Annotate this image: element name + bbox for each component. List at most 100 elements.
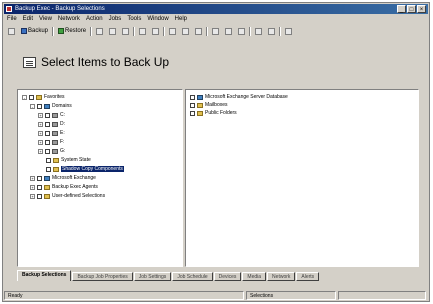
toolbar-button-4[interactable]	[137, 27, 148, 36]
tree-checkbox[interactable]	[45, 130, 50, 136]
tab-devices[interactable]: Devices	[213, 272, 242, 281]
expand-icon[interactable]: +	[30, 184, 35, 190]
list-item[interactable]: Microsoft Exchange Server Database	[190, 94, 288, 100]
menu-tools[interactable]: Tools	[124, 15, 144, 24]
tree-item-selected[interactable]: Shadow Copy Components	[46, 166, 124, 172]
tree-item-label: Shadow Copy Components	[61, 166, 124, 172]
list-item[interactable]: Public Folders	[190, 110, 237, 116]
toolbar-button-13[interactable]	[266, 27, 277, 36]
toolbar-button-9[interactable]	[210, 27, 221, 36]
restore-icon	[58, 28, 65, 34]
collapse-icon[interactable]: -	[22, 94, 27, 100]
tree-checkbox[interactable]	[46, 166, 51, 172]
tree-item[interactable]: + D:	[38, 121, 65, 127]
help-button[interactable]	[283, 27, 294, 36]
status-selections: Selections	[246, 291, 336, 300]
expand-icon[interactable]: +	[30, 175, 35, 181]
menu-network[interactable]: Network	[55, 15, 83, 24]
tab-network[interactable]: Network	[267, 272, 296, 281]
tree-checkbox[interactable]	[45, 121, 50, 127]
restore-button[interactable]: Restore	[56, 27, 88, 36]
toolbar-separator	[52, 26, 55, 36]
close-button[interactable]: ×	[417, 5, 426, 13]
tree-checkbox[interactable]	[45, 112, 50, 118]
toolbar-button-7[interactable]	[180, 27, 191, 36]
tree-item[interactable]: + Backup Exec Agents	[30, 184, 98, 190]
tree-checkbox[interactable]	[37, 193, 42, 199]
tree-item-label: Microsoft Exchange	[52, 175, 96, 181]
tree-item-label: C:	[60, 112, 65, 118]
tree-checkbox[interactable]	[45, 139, 50, 145]
tree-item[interactable]: - Favorites	[22, 94, 65, 100]
toolbar-button-2[interactable]	[107, 27, 118, 36]
tree-checkbox[interactable]	[37, 184, 42, 190]
tree-item[interactable]: + User-defined Selections	[30, 193, 105, 199]
tab-job-properties[interactable]: Backup Job Properties	[72, 272, 133, 281]
selection-header: Select Items to Back Up	[9, 41, 426, 77]
exchange-icon	[44, 175, 50, 181]
tree-checkbox[interactable]	[29, 94, 34, 100]
selection-list[interactable]: Microsoft Exchange Server Database Mailb…	[185, 89, 419, 267]
tree-item[interactable]: System State	[46, 157, 91, 163]
tree-checkbox[interactable]	[37, 103, 42, 109]
tree-item[interactable]: + F:	[38, 139, 64, 145]
expand-icon[interactable]: +	[30, 193, 35, 199]
expand-icon[interactable]: +	[38, 121, 43, 127]
tab-media[interactable]: Media	[242, 272, 267, 281]
tab-job-schedule[interactable]: Job Schedule	[172, 272, 213, 281]
minimize-button[interactable]: _	[397, 5, 406, 13]
menu-window[interactable]: Window	[144, 15, 171, 24]
selection-tree[interactable]: - Favorites - Domains + C: + D: + E: + F…	[17, 89, 183, 267]
toolbar-button-6[interactable]	[167, 27, 178, 36]
tree-item[interactable]: + C:	[38, 112, 65, 118]
tree-checkbox[interactable]	[37, 175, 42, 181]
expand-icon[interactable]: +	[38, 112, 43, 118]
menu-action[interactable]: Action	[83, 15, 106, 24]
menu-view[interactable]: View	[36, 15, 55, 24]
menu-edit[interactable]: Edit	[20, 15, 36, 24]
drive-icon	[52, 139, 58, 145]
drive-icon	[52, 148, 58, 154]
menu-jobs[interactable]: Jobs	[106, 15, 125, 24]
menu-file[interactable]: File	[4, 15, 20, 24]
toolbar-button-10[interactable]	[223, 27, 234, 36]
toolbar-button-12[interactable]	[253, 27, 264, 36]
toolbar-button-8[interactable]	[193, 27, 204, 36]
title-bar[interactable]: Backup Exec - Backup Selections _ □ ×	[4, 4, 428, 14]
collapse-icon[interactable]: -	[30, 103, 35, 109]
expand-icon[interactable]: +	[38, 148, 43, 154]
new-button[interactable]	[6, 27, 17, 36]
maximize-button[interactable]: □	[407, 5, 416, 13]
toolbar-button-11[interactable]	[236, 27, 247, 36]
folder-icon	[36, 94, 42, 100]
tree-checkbox[interactable]	[46, 157, 51, 163]
tool-icon	[122, 27, 130, 35]
tree-item[interactable]: + Microsoft Exchange	[30, 175, 96, 181]
tab-job-settings[interactable]: Job Settings	[133, 272, 172, 281]
expand-icon[interactable]: +	[38, 130, 43, 136]
public-folder-icon	[197, 110, 203, 116]
tool-icon	[225, 27, 233, 35]
tree-item[interactable]: + E:	[38, 130, 65, 136]
list-item-label: Mailboxes	[205, 102, 228, 108]
tree-item[interactable]: + G:	[38, 148, 65, 154]
tab-alerts[interactable]: Alerts	[296, 272, 320, 281]
expand-icon[interactable]: +	[38, 139, 43, 145]
toolbar-button-1[interactable]	[94, 27, 105, 36]
backup-button[interactable]: Backup	[19, 27, 50, 36]
list-checkbox[interactable]	[190, 110, 195, 116]
tree-checkbox[interactable]	[45, 148, 50, 154]
menu-bar: File Edit View Network Action Jobs Tools…	[4, 15, 428, 24]
list-checkbox[interactable]	[190, 94, 195, 100]
tab-backup-selections[interactable]: Backup Selections	[17, 270, 72, 281]
toolbar-separator	[279, 26, 282, 36]
mailbox-icon	[197, 102, 203, 108]
backup-label: Backup	[28, 27, 49, 34]
menu-help[interactable]: Help	[172, 15, 190, 24]
tree-item[interactable]: - Domains	[30, 103, 72, 109]
page-title: Select Items to Back Up	[41, 55, 170, 69]
list-item[interactable]: Mailboxes	[190, 102, 228, 108]
toolbar-button-5[interactable]	[150, 27, 161, 36]
list-checkbox[interactable]	[190, 102, 195, 108]
toolbar-button-3[interactable]	[120, 27, 131, 36]
